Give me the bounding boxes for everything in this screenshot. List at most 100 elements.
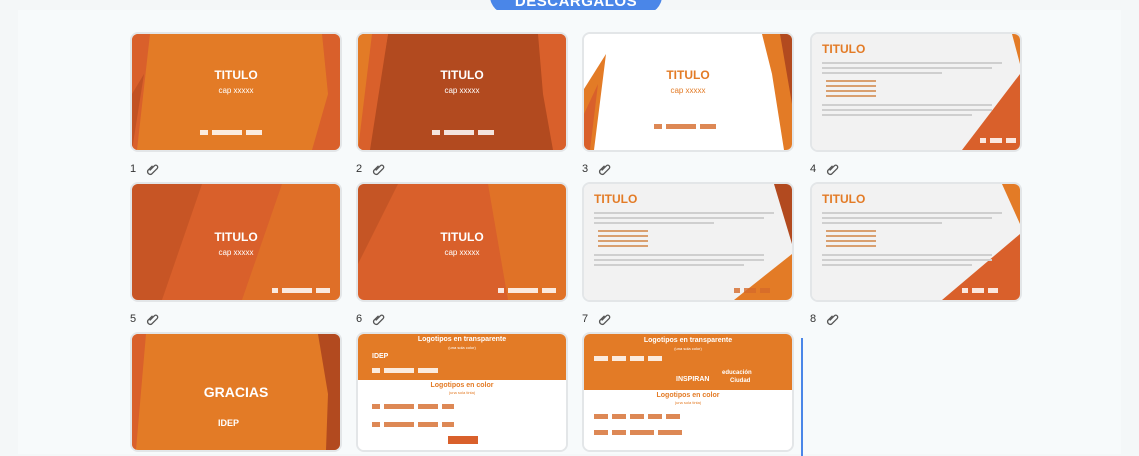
text-line <box>822 222 942 224</box>
bullet-line <box>598 235 648 237</box>
text-line <box>822 72 942 74</box>
footer-logos <box>432 130 494 135</box>
footer-logos <box>200 130 262 135</box>
slide-number: 5 <box>130 313 137 325</box>
slide-title: TITULO <box>214 68 258 82</box>
text-line <box>822 259 992 261</box>
slide-thumbnail[interactable]: Logotipos en transparente (una sola colo… <box>582 332 794 452</box>
slide-card-6[interactable]: TITULO cap xxxxx 6 <box>356 182 568 330</box>
brand-logo-educacion: educación <box>722 370 752 376</box>
text-line <box>822 104 992 106</box>
slide-title: TITULO <box>822 42 866 56</box>
paperclip-icon[interactable] <box>146 163 159 176</box>
slide-thumbnail[interactable]: TITULO <box>810 182 1022 302</box>
bullet-line <box>826 80 876 82</box>
slide-thumbnail[interactable]: TITULO cap xxxxx <box>582 32 794 152</box>
text-line <box>594 259 764 261</box>
slide-card-1[interactable]: TITULO cap xxxxx 1 <box>130 32 342 180</box>
logos-transparent-title: Logotipos en transparente <box>643 337 733 344</box>
insertion-cursor <box>801 338 803 456</box>
slide-number: 1 <box>130 163 137 175</box>
text-line <box>594 222 714 224</box>
slide-thumbnail[interactable]: GRACIAS IDEP <box>130 332 342 452</box>
slide-card-3[interactable]: TITULO cap xxxxx 3 <box>582 32 794 180</box>
logos-transparent-note: (una sola color) <box>674 346 702 351</box>
slide-thumbnail[interactable]: TITULO <box>582 182 794 302</box>
bullet-line <box>826 85 876 87</box>
text-line <box>822 254 992 256</box>
slide-title: TITULO <box>440 68 484 82</box>
footer-logos <box>654 124 716 129</box>
brand-logo-ciudad: Ciudad <box>730 378 751 384</box>
logos-color-title: Logotipos en color <box>656 392 720 399</box>
bullet-line <box>598 240 648 242</box>
footer-logos <box>498 288 556 293</box>
paperclip-icon[interactable] <box>146 313 159 326</box>
slide-thumbnail[interactable]: TITULO cap xxxxx <box>130 32 342 152</box>
footer-logos <box>734 288 770 293</box>
text-line <box>822 62 1002 64</box>
paperclip-icon[interactable] <box>826 163 839 176</box>
logos-transparent-title: Logotipos en transparente <box>417 336 507 343</box>
slide-subtitle: cap xxxxx <box>444 86 480 95</box>
slide-card-2[interactable]: TITULO cap xxxxx 2 <box>356 32 568 180</box>
slide-subtitle: cap xxxxx <box>218 248 254 257</box>
slide-thumbnail[interactable]: TITULO cap xxxxx <box>130 182 342 302</box>
paperclip-icon[interactable] <box>826 313 839 326</box>
slide-subtitle: cap xxxxx <box>670 86 706 95</box>
text-line <box>822 67 992 69</box>
transparent-logo-row <box>372 368 438 373</box>
transparent-logo-row <box>594 356 662 361</box>
text-line <box>594 217 764 219</box>
logos-color-note: (una sola tinta) <box>674 400 702 405</box>
slide-title: GRACIAS <box>203 384 269 400</box>
brand-logo: IDEP <box>218 418 240 428</box>
paperclip-icon[interactable] <box>372 313 385 326</box>
slide-card-8[interactable]: TITULO 8 <box>810 182 1022 330</box>
color-logo-row <box>594 414 680 419</box>
color-logo-row <box>372 422 454 427</box>
slide-card-10[interactable]: Logotipos en transparente (una sola colo… <box>356 332 568 452</box>
slide-thumbnail[interactable]: Logotipos en transparente (una sola colo… <box>356 332 568 452</box>
text-line <box>822 217 992 219</box>
text-line <box>822 264 972 266</box>
slide-subtitle: cap xxxxx <box>218 86 254 95</box>
bullet-line <box>826 95 876 97</box>
slide-title: TITULO <box>214 230 258 244</box>
slide-number: 2 <box>356 163 363 175</box>
slide-card-5[interactable]: TITULO cap xxxxx 5 <box>130 182 342 330</box>
slide-thumbnail[interactable]: TITULO <box>810 32 1022 152</box>
logos-color-title: Logotipos en color <box>430 382 494 389</box>
slide-title: TITULO <box>666 68 710 82</box>
text-line <box>822 114 972 116</box>
text-line <box>594 254 764 256</box>
bullet-line <box>598 230 648 232</box>
slide-number: 4 <box>810 163 817 175</box>
slide-card-4[interactable]: TITULO 4 <box>810 32 1022 180</box>
slide-thumbnail[interactable]: TITULO cap xxxxx <box>356 32 568 152</box>
paperclip-icon[interactable] <box>372 163 385 176</box>
footer-logos <box>272 288 330 293</box>
color-logo-row <box>594 430 682 435</box>
logos-color-note: (una sola tinta) <box>448 390 476 395</box>
slide-title: TITULO <box>594 192 638 206</box>
slide-thumbnail[interactable]: TITULO cap xxxxx <box>356 182 568 302</box>
bullet-line <box>826 230 876 232</box>
slide-number: 3 <box>582 163 589 175</box>
paperclip-icon[interactable] <box>598 313 611 326</box>
slide-number: 7 <box>582 313 589 325</box>
text-line <box>594 212 774 214</box>
slide-card-11[interactable]: Logotipos en transparente (una sola colo… <box>582 332 794 452</box>
brand-logo-inspiran: INSPIRAN <box>676 376 710 383</box>
color-logo-row <box>372 404 454 409</box>
slide-card-9[interactable]: GRACIAS IDEP <box>130 332 342 452</box>
footer-logos <box>962 288 998 293</box>
text-line <box>822 212 1002 214</box>
paperclip-icon[interactable] <box>598 163 611 176</box>
slide-card-7[interactable]: TITULO 7 <box>582 182 794 330</box>
text-line <box>822 109 992 111</box>
slide-title: TITULO <box>440 230 484 244</box>
bullet-line <box>598 245 648 247</box>
bullet-line <box>826 240 876 242</box>
footer-logos <box>980 138 1016 143</box>
